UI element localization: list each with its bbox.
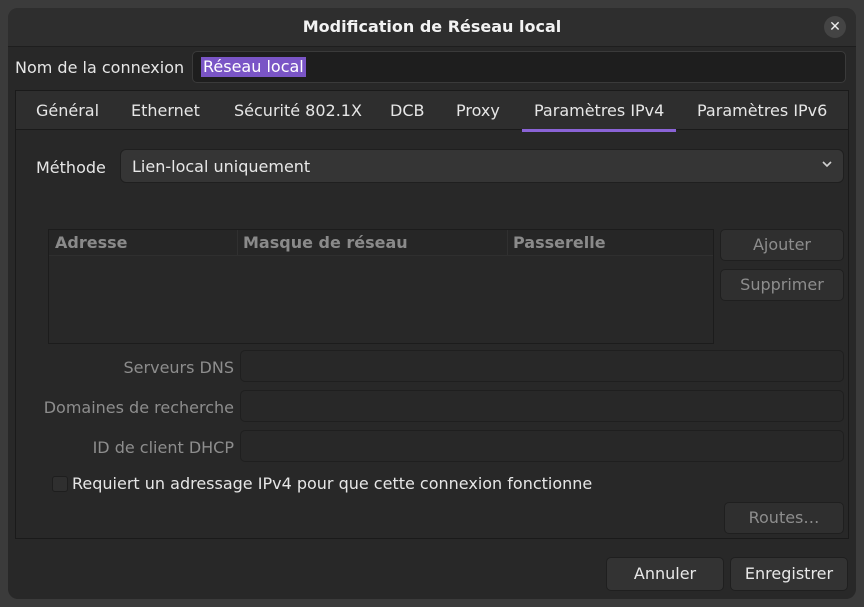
method-value: Lien-local uniquement [132,157,311,176]
method-label: Méthode [36,158,106,177]
dialog-window: Modification de Réseau local ✕ Nom de la… [8,8,856,599]
connection-name-value: Réseau local [201,57,306,77]
delete-button[interactable]: Supprimer [720,269,844,301]
column-netmask[interactable]: Masque de réseau [243,233,408,252]
column-gateway[interactable]: Passerelle [513,233,606,252]
addresses-table-header: Adresse Masque de réseau Passerelle [49,230,713,256]
connection-name-label: Nom de la connexion [15,58,185,77]
search-domains-label: Domaines de recherche [43,398,234,417]
dns-servers-input[interactable] [240,350,844,382]
tab-proxy[interactable]: Proxy [456,101,500,120]
save-button[interactable]: Enregistrer [730,557,848,591]
require-ipv4-checkbox[interactable] [52,476,68,492]
column-separator [237,230,238,255]
add-button[interactable]: Ajouter [720,229,844,261]
dialog-title: Modification de Réseau local [302,17,562,36]
tab-bar: Général Ethernet Sécurité 802.1X DCB Pro… [16,91,848,132]
addresses-table[interactable]: Adresse Masque de réseau Passerelle [48,229,714,344]
tab-dcb[interactable]: DCB [390,101,424,120]
settings-notebook: Général Ethernet Sécurité 802.1X DCB Pro… [15,90,849,539]
close-button[interactable]: ✕ [824,16,846,38]
connection-name-input[interactable]: Réseau local [192,51,846,83]
method-dropdown[interactable]: Lien-local uniquement [120,149,844,183]
column-address[interactable]: Adresse [55,233,127,252]
tab-ipv4-settings[interactable]: Paramètres IPv4 [521,101,677,132]
dhcp-client-id-label: ID de client DHCP [92,438,234,457]
column-separator [507,230,508,255]
tab-security-8021x[interactable]: Sécurité 802.1X [234,101,362,120]
close-icon: ✕ [829,19,841,35]
tab-ipv6-settings[interactable]: Paramètres IPv6 [697,101,827,120]
tab-ethernet[interactable]: Ethernet [131,101,200,120]
dns-servers-label: Serveurs DNS [123,358,234,377]
cancel-button[interactable]: Annuler [606,557,724,591]
chevron-down-icon [821,158,833,174]
title-bar: Modification de Réseau local ✕ [8,8,856,47]
tab-general[interactable]: Général [36,101,99,120]
search-domains-input[interactable] [240,390,844,422]
require-ipv4-label[interactable]: Requiert un adressage IPv4 pour que cett… [72,474,592,493]
routes-button[interactable]: Routes… [724,502,844,534]
dhcp-client-id-input[interactable] [240,430,844,462]
